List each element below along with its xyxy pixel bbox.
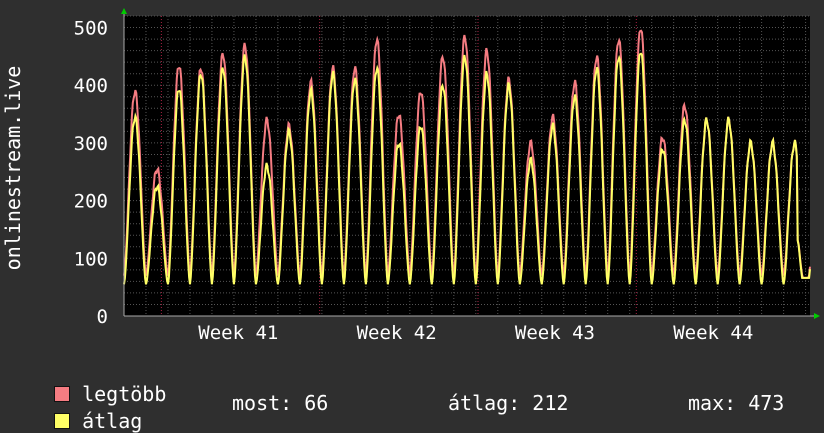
x-tick-label: Week 43 [515, 322, 595, 344]
y-ticks: 0 100 200 300 400 500 [74, 18, 108, 328]
legend-item-avg: átlag [30, 391, 142, 431]
x-tick-label: Week 42 [357, 322, 437, 344]
y-tick-label: 500 [74, 18, 108, 40]
legend-label-avg: átlag [82, 409, 143, 433]
x-axis-arrow [814, 313, 820, 319]
y-tick-label: 0 [97, 306, 108, 328]
y-tick-label: 200 [74, 191, 108, 213]
stat-current: most: 66 [232, 391, 329, 415]
y-tick-label: 400 [74, 75, 108, 97]
y-axis-label: onlinestream.live [1, 66, 25, 271]
y-tick-label: 100 [74, 248, 108, 270]
x-ticks: Week 41 Week 42 Week 43 Week 44 [198, 322, 753, 344]
stat-average: átlag: 212 [448, 391, 569, 415]
x-tick-label: Week 44 [673, 322, 753, 344]
y-axis-arrow [121, 8, 127, 14]
x-tick-label: Week 41 [198, 322, 278, 344]
stat-maximum: max: 473 [688, 391, 785, 415]
y-tick-label: 300 [74, 133, 108, 155]
legend-swatch-avg [54, 413, 71, 429]
